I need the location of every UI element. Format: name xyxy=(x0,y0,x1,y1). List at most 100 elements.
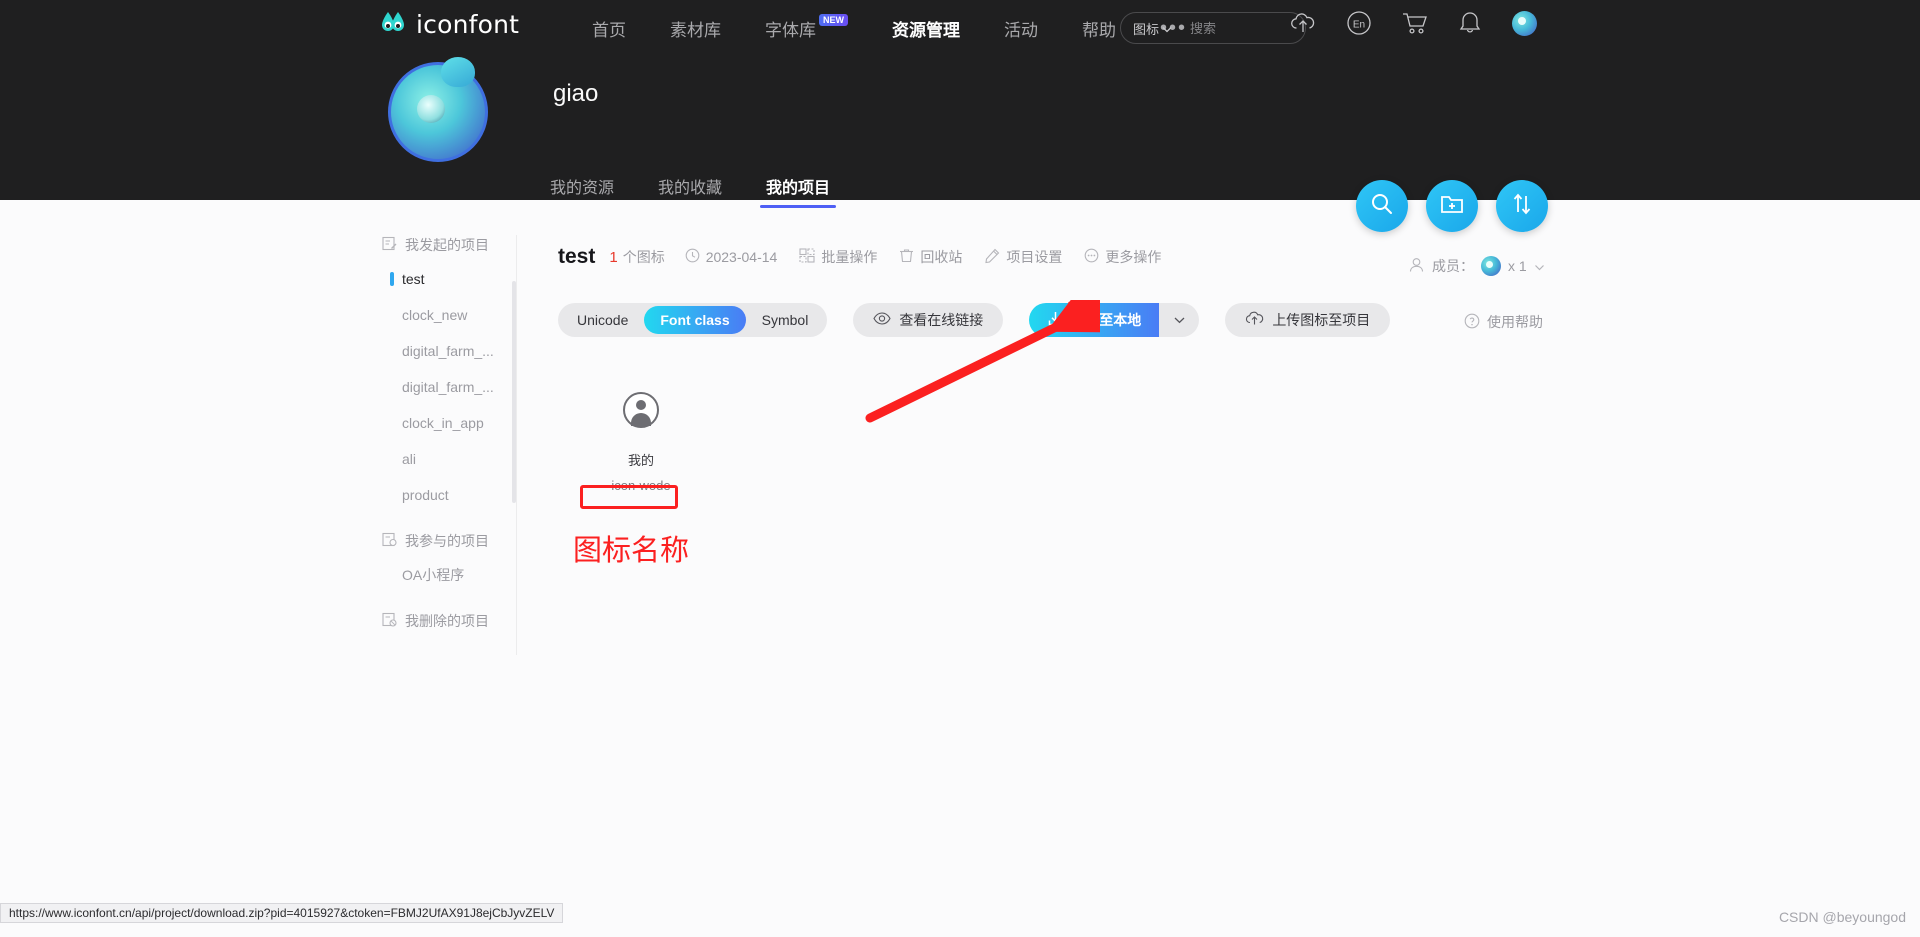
segment-font-class[interactable]: Font class xyxy=(644,306,746,334)
tab-my-resources[interactable]: 我的资源 xyxy=(550,174,614,208)
upload-icons-to-project-button[interactable]: 上传图标至项目 xyxy=(1225,303,1391,337)
sidebar-item-test-label: test xyxy=(402,271,425,287)
sidebar: 我发起的项目 test clock_new digital_farm_... d… xyxy=(370,235,516,637)
recycle-bin-icon xyxy=(899,248,914,266)
project-icon-count-unit: 个图标 xyxy=(622,249,665,265)
search-input[interactable] xyxy=(1180,20,1305,36)
floating-action-buttons xyxy=(1356,180,1548,232)
notification-bell-icon[interactable] xyxy=(1458,11,1482,36)
project-date-label: 2023-04-14 xyxy=(705,249,778,265)
user-avatar-icon[interactable] xyxy=(1512,10,1537,36)
clock-icon xyxy=(685,248,700,266)
site-logo[interactable]: iconfont xyxy=(378,9,519,39)
more-ellipsis-icon xyxy=(1084,248,1099,266)
nav-item-help-label: 帮助 xyxy=(1082,20,1116,40)
usage-help-button[interactable]: 使用帮助 xyxy=(1464,312,1543,332)
avatar xyxy=(1512,10,1537,36)
browser-status-bar: https://www.iconfont.cn/api/project/down… xyxy=(0,903,564,923)
upload-cloud-icon[interactable] xyxy=(1290,12,1316,34)
tab-my-favorites[interactable]: 我的收藏 xyxy=(658,174,722,208)
project-created-icon xyxy=(382,236,397,254)
nav-item-help[interactable]: 帮助 xyxy=(1082,16,1116,41)
download-local-button[interactable]: 下载至本地 xyxy=(1029,303,1160,337)
top-icon-group: En xyxy=(1290,10,1537,36)
project-members[interactable]: 成员： x 1 xyxy=(1408,256,1545,276)
download-local-label: 下载至本地 xyxy=(1071,312,1142,328)
sidebar-item-clock-in-app[interactable]: clock_in_app xyxy=(370,405,515,441)
eye-icon xyxy=(873,312,891,328)
nav-item-font-library[interactable]: 字体库NEW xyxy=(765,13,848,41)
recycle-bin-label: 回收站 xyxy=(920,249,963,265)
segment-font-class-label: Font class xyxy=(660,312,730,328)
download-options-caret[interactable] xyxy=(1159,303,1200,337)
watermark: CSDN @beyoungod xyxy=(1778,909,1906,925)
segment-unicode[interactable]: Unicode xyxy=(561,306,644,334)
sidebar-item-clock-new-label: clock_new xyxy=(402,307,468,323)
segment-symbol[interactable]: Symbol xyxy=(746,306,825,334)
nav-item-activity[interactable]: 活动 xyxy=(1004,16,1038,41)
annotation-label: 图标名称 xyxy=(573,533,690,567)
recycle-bin-button[interactable]: 回收站 xyxy=(899,247,962,267)
shopping-cart-icon[interactable] xyxy=(1402,11,1428,35)
batch-operate-icon xyxy=(799,248,815,266)
search-fab[interactable] xyxy=(1356,180,1408,232)
profile-tabs: 我的资源 我的收藏 我的项目 xyxy=(550,165,837,208)
sort-fab[interactable] xyxy=(1496,180,1548,232)
nav-item-font-library-label: 字体库 xyxy=(765,20,816,40)
nav-item-home-label: 首页 xyxy=(592,20,626,40)
sidebar-item-digital-farm-2[interactable]: digital_farm_... xyxy=(370,369,515,405)
tab-my-resources-label: 我的资源 xyxy=(550,180,615,197)
nav-item-resource-management[interactable]: 资源管理 xyxy=(892,16,960,41)
sidebar-created-list: test clock_new digital_farm_... digital_… xyxy=(370,261,516,513)
sidebar-item-digital-farm-1[interactable]: digital_farm_... xyxy=(370,333,515,369)
sidebar-group-created: 我发起的项目 xyxy=(370,235,515,255)
more-operations-label: 更多操作 xyxy=(1105,249,1162,265)
nav-items: 首页 素材库 字体库NEW 资源管理 活动 帮助 ••• xyxy=(592,0,1187,56)
sidebar-item-test[interactable]: test xyxy=(370,261,515,297)
new-folder-fab[interactable] xyxy=(1426,180,1478,232)
sidebar-item-ali[interactable]: ali xyxy=(370,441,515,477)
site-logo-text: iconfont xyxy=(416,9,520,39)
sidebar-item-clock-in-app-label: clock_in_app xyxy=(402,415,484,431)
batch-operate-button[interactable]: 批量操作 xyxy=(799,247,877,267)
segment-symbol-label: Symbol xyxy=(761,312,809,328)
global-search-box: 图标 xyxy=(1120,12,1306,44)
nav-item-material-library-label: 素材库 xyxy=(670,20,721,40)
sidebar-item-digital-farm-2-label: digital_farm_... xyxy=(402,379,494,395)
icon-card[interactable]: 我的 icon-wode xyxy=(576,392,706,496)
sidebar-group-created-label: 我发起的项目 xyxy=(405,237,489,253)
project-date: 2023-04-14 xyxy=(685,248,778,266)
question-circle-icon xyxy=(1464,313,1480,332)
download-icon xyxy=(1047,310,1064,330)
search-category-selector[interactable]: 图标 xyxy=(1121,13,1180,43)
upload-icons-label: 上传图标至项目 xyxy=(1272,312,1371,328)
sidebar-item-product[interactable]: product xyxy=(370,477,515,513)
nav-item-material-library[interactable]: 素材库 xyxy=(670,16,721,41)
members-count: x 1 xyxy=(1508,258,1527,274)
sidebar-divider xyxy=(516,235,517,655)
sort-updown-icon xyxy=(1510,192,1534,221)
language-en-icon[interactable]: En xyxy=(1346,10,1372,36)
tab-my-projects[interactable]: 我的项目 xyxy=(760,174,837,208)
folder-plus-icon xyxy=(1440,192,1464,221)
person-avatar-icon[interactable] xyxy=(623,392,659,428)
sidebar-item-clock-new[interactable]: clock_new xyxy=(370,297,515,333)
project-joined-icon xyxy=(382,532,397,550)
project-deleted-icon xyxy=(382,612,397,630)
pencil-settings-icon xyxy=(984,248,1000,267)
top-navigation-bar: iconfont 首页 素材库 字体库NEW 资源管理 活动 帮助 ••• 图标… xyxy=(0,0,1920,56)
project-settings-button[interactable]: 项目设置 xyxy=(984,247,1062,267)
sidebar-item-product-label: product xyxy=(402,487,449,503)
upload-cloud-icon xyxy=(1245,311,1264,329)
more-operations-button[interactable]: 更多操作 xyxy=(1084,247,1161,267)
chevron-down-icon xyxy=(1173,311,1186,329)
search-icon xyxy=(1370,192,1394,221)
view-online-link-button[interactable]: 查看在线链接 xyxy=(853,303,1004,337)
chevron-down-icon xyxy=(1162,21,1172,36)
nav-item-resource-management-label: 资源管理 xyxy=(892,20,960,40)
icon-card-classname[interactable]: icon-wode xyxy=(601,475,680,496)
nav-item-home[interactable]: 首页 xyxy=(592,16,626,41)
svg-text:En: En xyxy=(1353,20,1365,31)
project-name: test xyxy=(558,245,596,268)
sidebar-item-oa-miniprogram[interactable]: OA小程序 xyxy=(370,557,515,593)
